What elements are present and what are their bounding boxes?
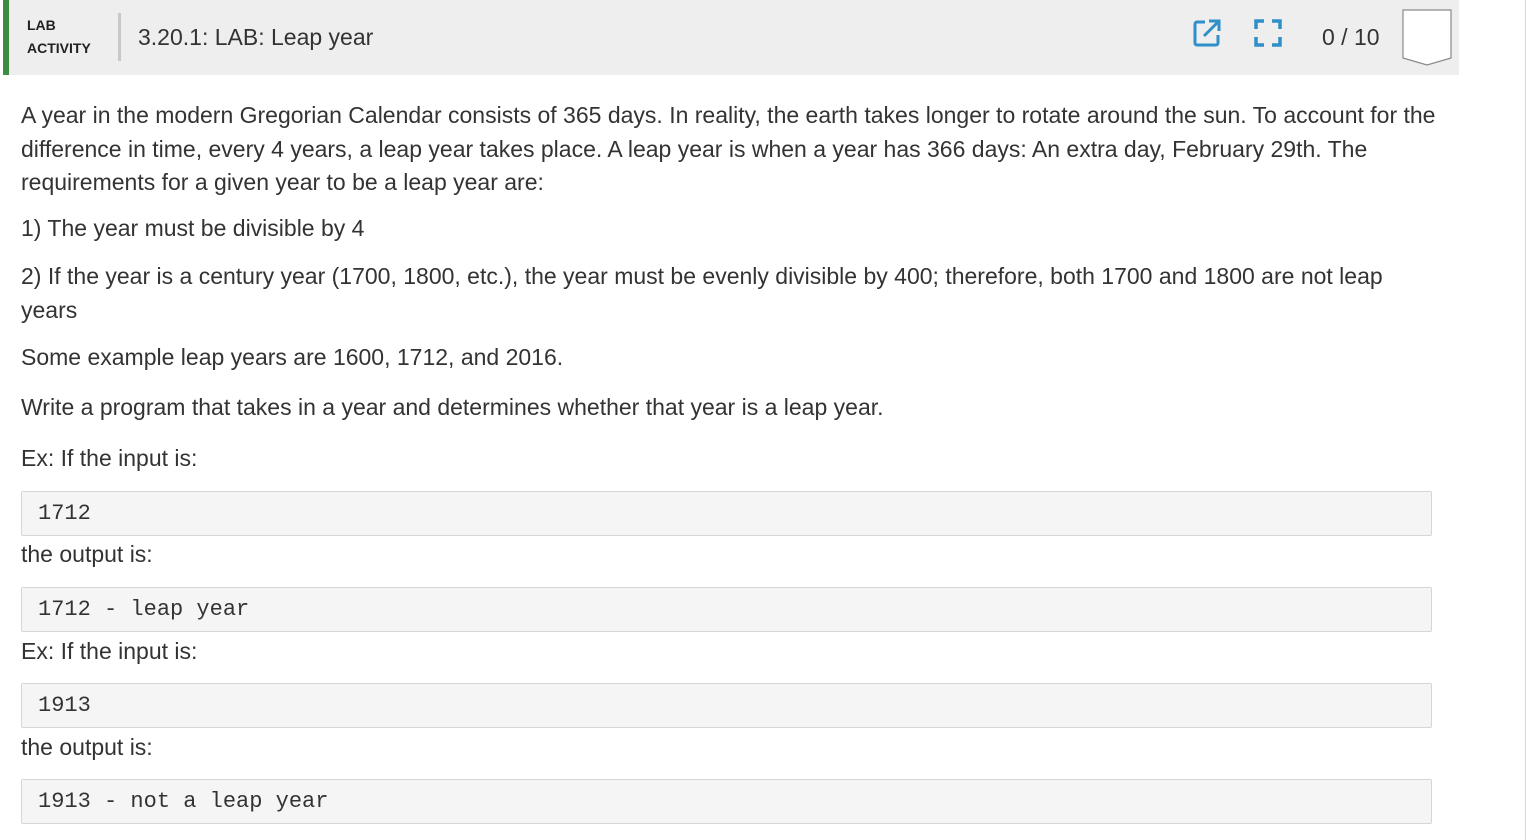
requirement-1: 1) The year must be divisible by 4 xyxy=(21,214,365,241)
example-1-output-label: the output is: xyxy=(21,541,153,567)
activity-type-line2: ACTIVITY xyxy=(27,40,91,56)
header-divider xyxy=(118,13,121,61)
intro-paragraph: A year in the modern Gregorian Calendar … xyxy=(21,102,1436,195)
example-2-input-code: 1913 xyxy=(21,683,1432,728)
task-description: Write a program that takes in a year and… xyxy=(21,393,884,420)
example-1-input-label: Ex: If the input is: xyxy=(21,445,198,471)
instructions: A year in the modern Gregorian Calendar … xyxy=(21,99,1436,438)
example-2-input-label: Ex: If the input is: xyxy=(21,638,198,664)
activity-type-line1: LAB xyxy=(27,17,56,33)
activity-header: LAB ACTIVITY 3.20.1: LAB: Leap year 0 / … xyxy=(3,0,1459,75)
examples-note: Some example leap years are 1600, 1712, … xyxy=(21,344,564,370)
requirement-2: 2) If the year is a century year (1700, … xyxy=(21,263,1383,323)
open-in-new-window-icon xyxy=(1192,18,1222,48)
fullscreen-button[interactable] xyxy=(1253,18,1283,48)
activity-type-label: LAB ACTIVITY xyxy=(27,14,117,60)
open-in-new-window-button[interactable] xyxy=(1192,18,1222,48)
activity-title: 3.20.1: LAB: Leap year xyxy=(138,24,374,50)
fullscreen-icon xyxy=(1253,18,1283,48)
page-edge-rule xyxy=(1525,0,1526,840)
example-1-output-code: 1712 - leap year xyxy=(21,587,1432,632)
example-2-output-label: the output is: xyxy=(21,734,153,760)
example-1-input-code: 1712 xyxy=(21,491,1432,536)
score-display: 0 / 10 xyxy=(1322,24,1380,50)
lab-activity-panel: LAB ACTIVITY 3.20.1: LAB: Leap year 0 / … xyxy=(3,0,1459,840)
example-2-output-code: 1913 - not a leap year xyxy=(21,779,1432,824)
completion-badge xyxy=(1402,9,1452,67)
